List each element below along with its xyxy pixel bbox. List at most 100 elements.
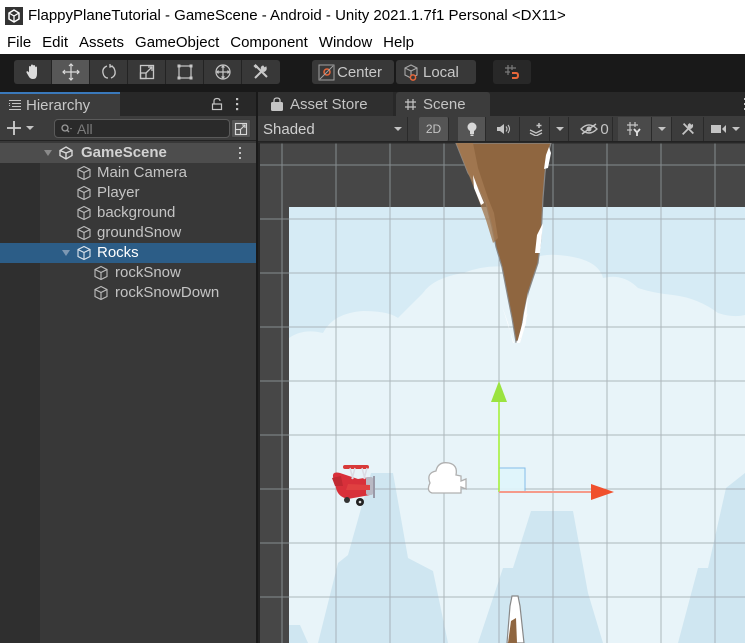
hierarchy-item-label: Rocks <box>97 244 139 261</box>
hierarchy-item[interactable]: rockSnowDown <box>0 283 256 303</box>
hierarchy-panel: Hierarchy GameScene Main Camera <box>0 92 256 643</box>
move-tool-button[interactable] <box>52 60 90 84</box>
unity-logo-icon <box>4 6 24 26</box>
scene-name: GameScene <box>81 144 167 161</box>
menu-gameobject[interactable]: GameObject <box>129 34 224 51</box>
maximize-icon <box>234 122 248 135</box>
audio-toggle[interactable] <box>488 117 520 141</box>
pivot-local-button[interactable]: Local <box>396 60 476 84</box>
hierarchy-item-label: rockSnowDown <box>115 284 220 301</box>
dropdown-arrow-icon <box>26 126 34 130</box>
hierarchy-item[interactable]: rockSnow <box>0 263 256 283</box>
camera-settings-dropdown[interactable] <box>705 117 745 141</box>
draw-mode-dropdown[interactable]: Shaded <box>258 117 408 141</box>
hidden-count: 0 <box>600 120 609 138</box>
pivot-local-label: Local <box>423 63 459 81</box>
hierarchy-item[interactable]: background <box>0 203 256 223</box>
menu-component[interactable]: Component <box>224 34 313 51</box>
hierarchy-item-selected[interactable]: Rocks <box>0 243 256 263</box>
hierarchy-list-icon <box>8 99 21 111</box>
scale-icon <box>139 64 154 80</box>
video-camera-icon <box>710 125 726 133</box>
hierarchy-item-label: Main Camera <box>97 164 188 181</box>
gizmo-xy-plane-handle[interactable] <box>498 467 526 493</box>
transform-tool-button[interactable] <box>204 60 242 84</box>
eye-slash-icon <box>580 123 599 135</box>
draw-mode-label: Shaded <box>263 120 315 138</box>
open-in-window-button[interactable] <box>231 119 251 138</box>
local-space-icon <box>404 63 418 81</box>
grid-snap-button[interactable] <box>493 60 531 84</box>
search-icon <box>61 123 72 132</box>
hierarchy-tree: GameScene Main Camera Player background … <box>0 143 256 303</box>
grid-hash-icon <box>405 98 416 110</box>
gameobject-cube-icon <box>77 245 91 261</box>
menu-bar: File Edit Assets GameObject Component Wi… <box>0 31 745 54</box>
menu-help[interactable]: Help <box>377 34 419 51</box>
menu-edit[interactable]: Edit <box>36 34 73 51</box>
hierarchy-item[interactable]: Player <box>0 183 256 203</box>
hierarchy-tab-label: Hierarchy <box>26 96 91 114</box>
effects-toggle[interactable] <box>522 117 550 141</box>
tab-hierarchy[interactable]: Hierarchy <box>0 92 120 116</box>
lightbulb-icon <box>467 122 476 136</box>
hierarchy-search-field[interactable] <box>54 119 230 138</box>
rect-tool-button[interactable] <box>166 60 204 84</box>
tab-scene[interactable]: Scene <box>396 92 490 116</box>
menu-assets[interactable]: Assets <box>73 34 129 51</box>
menu-file[interactable]: File <box>0 34 36 51</box>
dropdown-arrow-icon <box>657 127 666 131</box>
scene-viewport[interactable] <box>258 143 745 643</box>
dropdown-arrow-icon <box>394 127 402 131</box>
hierarchy-item[interactable]: groundSnow <box>0 223 256 243</box>
grid-dropdown[interactable] <box>652 117 672 141</box>
hierarchy-search-input[interactable] <box>77 120 217 137</box>
hierarchy-item-label: groundSnow <box>97 224 182 241</box>
gameobject-cube-icon <box>77 165 91 181</box>
scale-tool-button[interactable] <box>128 60 166 84</box>
wrench-screwdriver-icon <box>253 63 268 79</box>
hierarchy-item-label: Player <box>97 184 140 201</box>
gameobject-cube-icon <box>94 265 108 281</box>
pivot-controls: Center Local <box>312 60 478 84</box>
title-bar: FlappyPlaneTutorial - GameScene - Androi… <box>0 0 745 31</box>
effects-dropdown[interactable] <box>551 117 569 141</box>
effects-layers-icon <box>529 123 542 136</box>
hierarchy-tabstrip: Hierarchy <box>0 92 256 116</box>
transform-icon <box>214 64 231 80</box>
scene-row[interactable]: GameScene <box>0 143 256 163</box>
create-dropdown-button[interactable] <box>6 119 40 137</box>
scene-tab-label: Scene <box>423 95 466 113</box>
hierarchy-search-row <box>0 116 256 141</box>
2d-mode-toggle[interactable]: 2D <box>419 117 449 141</box>
scene-kebab-icon[interactable] <box>237 146 243 160</box>
scene-tools-toggle[interactable] <box>672 117 704 141</box>
shopping-bag-icon <box>271 96 283 111</box>
plus-icon <box>7 121 21 135</box>
wrench-screwdriver-icon <box>681 123 694 135</box>
gameobject-cube-icon <box>77 205 91 221</box>
scene-toolbar: Shaded 2D 0 <box>258 116 745 142</box>
window-title: FlappyPlaneTutorial - GameScene - Androi… <box>28 7 566 24</box>
custom-tool-button[interactable] <box>242 60 280 84</box>
expand-arrow-icon[interactable] <box>43 148 53 158</box>
hierarchy-item-label: background <box>97 204 176 221</box>
lighting-toggle[interactable] <box>458 117 486 141</box>
rotate-tool-button[interactable] <box>90 60 128 84</box>
menu-window[interactable]: Window <box>313 34 377 51</box>
move-arrows-icon <box>61 63 80 81</box>
hierarchy-item[interactable]: Main Camera <box>0 163 256 183</box>
hand-tool-button[interactable] <box>14 60 52 84</box>
pivot-center-icon <box>318 64 335 80</box>
hand-icon <box>25 64 37 79</box>
main-toolbar: Center Local <box>0 54 745 92</box>
pivot-center-button[interactable]: Center <box>312 60 394 84</box>
tab-asset-store[interactable]: Asset Store <box>258 92 393 116</box>
grid-toggle[interactable] <box>618 117 652 141</box>
kebab-menu-icon[interactable] <box>234 96 240 112</box>
expand-arrow-icon[interactable] <box>61 248 71 258</box>
grid-snap-icon <box>505 65 520 79</box>
hidden-objects-toggle[interactable]: 0 <box>577 117 613 141</box>
scene-tabstrip: Asset Store Scene <box>258 92 745 116</box>
lock-icon[interactable] <box>211 97 223 111</box>
